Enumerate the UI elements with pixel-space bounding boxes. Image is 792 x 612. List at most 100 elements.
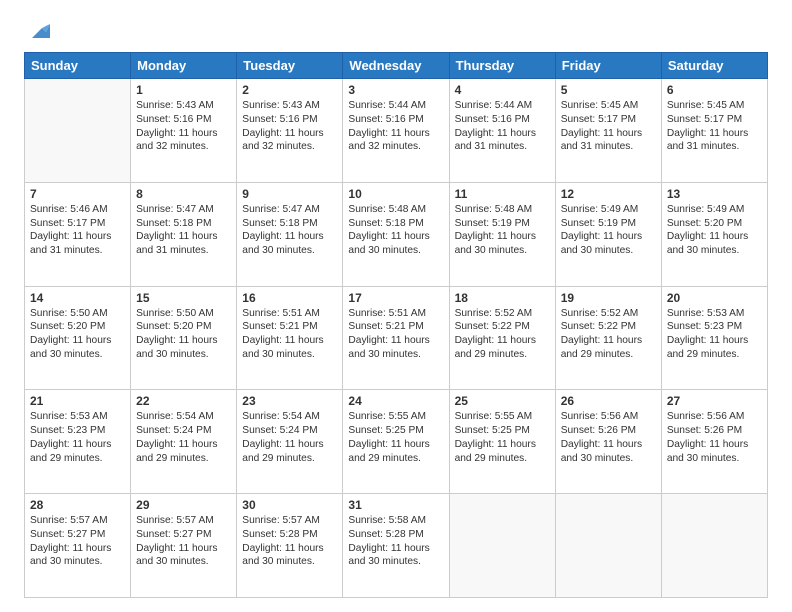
calendar-cell: 14 Sunrise: 5:50 AM Sunset: 5:20 PM Dayli… (25, 286, 131, 390)
day-number: 23 (242, 394, 337, 408)
day-number: 4 (455, 83, 550, 97)
day-number: 26 (561, 394, 656, 408)
day-info: Sunrise: 5:45 AM Sunset: 5:17 PM Dayligh… (561, 99, 656, 154)
day-number: 31 (348, 498, 443, 512)
day-info: Sunrise: 5:58 AM Sunset: 5:28 PM Dayligh… (348, 514, 443, 569)
day-info: Sunrise: 5:47 AM Sunset: 5:18 PM Dayligh… (242, 203, 337, 258)
calendar-table: SundayMondayTuesdayWednesdayThursdayFrid… (24, 52, 768, 598)
day-number: 9 (242, 187, 337, 201)
day-info: Sunrise: 5:44 AM Sunset: 5:16 PM Dayligh… (348, 99, 443, 154)
day-number: 7 (30, 187, 125, 201)
day-number: 19 (561, 291, 656, 305)
day-info: Sunrise: 5:51 AM Sunset: 5:21 PM Dayligh… (242, 307, 337, 362)
day-info: Sunrise: 5:52 AM Sunset: 5:22 PM Dayligh… (561, 307, 656, 362)
day-number: 17 (348, 291, 443, 305)
calendar-cell: 2 Sunrise: 5:43 AM Sunset: 5:16 PM Daylig… (237, 79, 343, 183)
calendar-cell: 1 Sunrise: 5:43 AM Sunset: 5:16 PM Daylig… (131, 79, 237, 183)
header (24, 18, 768, 42)
day-info: Sunrise: 5:54 AM Sunset: 5:24 PM Dayligh… (242, 410, 337, 465)
day-info: Sunrise: 5:47 AM Sunset: 5:18 PM Dayligh… (136, 203, 231, 258)
col-header-thursday: Thursday (449, 53, 555, 79)
day-number: 30 (242, 498, 337, 512)
calendar-cell: 22Sunrise: 5:54 AM Sunset: 5:24 PM Dayli… (131, 390, 237, 494)
day-info: Sunrise: 5:45 AM Sunset: 5:17 PM Dayligh… (667, 99, 762, 154)
page: SundayMondayTuesdayWednesdayThursdayFrid… (0, 0, 792, 612)
calendar-cell: 4 Sunrise: 5:44 AM Sunset: 5:16 PM Daylig… (449, 79, 555, 183)
day-info: Sunrise: 5:51 AM Sunset: 5:21 PM Dayligh… (348, 307, 443, 362)
col-header-friday: Friday (555, 53, 661, 79)
col-header-monday: Monday (131, 53, 237, 79)
day-number: 24 (348, 394, 443, 408)
day-number: 27 (667, 394, 762, 408)
logo (24, 18, 50, 42)
day-info: Sunrise: 5:55 AM Sunset: 5:25 PM Dayligh… (348, 410, 443, 465)
calendar-cell: 18Sunrise: 5:52 AM Sunset: 5:22 PM Dayli… (449, 286, 555, 390)
day-info: Sunrise: 5:53 AM Sunset: 5:23 PM Dayligh… (30, 410, 125, 465)
day-info: Sunrise: 5:57 AM Sunset: 5:27 PM Dayligh… (136, 514, 231, 569)
col-header-saturday: Saturday (661, 53, 767, 79)
day-number: 15 (136, 291, 231, 305)
col-header-tuesday: Tuesday (237, 53, 343, 79)
calendar-cell: 7 Sunrise: 5:46 AM Sunset: 5:17 PM Daylig… (25, 182, 131, 286)
calendar-cell (661, 494, 767, 598)
day-info: Sunrise: 5:52 AM Sunset: 5:22 PM Dayligh… (455, 307, 550, 362)
calendar-cell (25, 79, 131, 183)
day-info: Sunrise: 5:49 AM Sunset: 5:20 PM Dayligh… (667, 203, 762, 258)
day-info: Sunrise: 5:44 AM Sunset: 5:16 PM Dayligh… (455, 99, 550, 154)
day-info: Sunrise: 5:53 AM Sunset: 5:23 PM Dayligh… (667, 307, 762, 362)
day-number: 3 (348, 83, 443, 97)
calendar-cell: 11 Sunrise: 5:48 AM Sunset: 5:19 PM Dayli… (449, 182, 555, 286)
day-info: Sunrise: 5:57 AM Sunset: 5:27 PM Dayligh… (30, 514, 125, 569)
day-number: 1 (136, 83, 231, 97)
calendar-cell: 13Sunrise: 5:49 AM Sunset: 5:20 PM Dayli… (661, 182, 767, 286)
calendar-cell: 24 Sunrise: 5:55 AM Sunset: 5:25 PM Dayli… (343, 390, 449, 494)
calendar-cell: 3 Sunrise: 5:44 AM Sunset: 5:16 PM Daylig… (343, 79, 449, 183)
calendar-cell: 30 Sunrise: 5:57 AM Sunset: 5:28 PM Dayli… (237, 494, 343, 598)
calendar-cell: 19 Sunrise: 5:52 AM Sunset: 5:22 PM Dayli… (555, 286, 661, 390)
calendar-week-2: 14 Sunrise: 5:50 AM Sunset: 5:20 PM Dayli… (25, 286, 768, 390)
calendar-cell: 23 Sunrise: 5:54 AM Sunset: 5:24 PM Dayli… (237, 390, 343, 494)
day-info: Sunrise: 5:49 AM Sunset: 5:19 PM Dayligh… (561, 203, 656, 258)
calendar-week-1: 7 Sunrise: 5:46 AM Sunset: 5:17 PM Daylig… (25, 182, 768, 286)
calendar-cell: 21 Sunrise: 5:53 AM Sunset: 5:23 PM Dayli… (25, 390, 131, 494)
calendar-cell: 28Sunrise: 5:57 AM Sunset: 5:27 PM Dayli… (25, 494, 131, 598)
calendar-cell: 9 Sunrise: 5:47 AM Sunset: 5:18 PM Daylig… (237, 182, 343, 286)
calendar-week-3: 21 Sunrise: 5:53 AM Sunset: 5:23 PM Dayli… (25, 390, 768, 494)
day-info: Sunrise: 5:57 AM Sunset: 5:28 PM Dayligh… (242, 514, 337, 569)
day-number: 25 (455, 394, 550, 408)
day-info: Sunrise: 5:56 AM Sunset: 5:26 PM Dayligh… (561, 410, 656, 465)
day-info: Sunrise: 5:46 AM Sunset: 5:17 PM Dayligh… (30, 203, 125, 258)
calendar-week-4: 28Sunrise: 5:57 AM Sunset: 5:27 PM Dayli… (25, 494, 768, 598)
calendar-cell: 15Sunrise: 5:50 AM Sunset: 5:20 PM Dayli… (131, 286, 237, 390)
day-info: Sunrise: 5:56 AM Sunset: 5:26 PM Dayligh… (667, 410, 762, 465)
day-number: 6 (667, 83, 762, 97)
day-number: 29 (136, 498, 231, 512)
logo-icon (28, 20, 50, 42)
day-number: 5 (561, 83, 656, 97)
day-info: Sunrise: 5:50 AM Sunset: 5:20 PM Dayligh… (30, 307, 125, 362)
day-number: 11 (455, 187, 550, 201)
day-info: Sunrise: 5:43 AM Sunset: 5:16 PM Dayligh… (136, 99, 231, 154)
col-header-sunday: Sunday (25, 53, 131, 79)
calendar-cell (449, 494, 555, 598)
calendar-cell: 16Sunrise: 5:51 AM Sunset: 5:21 PM Dayli… (237, 286, 343, 390)
calendar-cell: 10Sunrise: 5:48 AM Sunset: 5:18 PM Dayli… (343, 182, 449, 286)
day-number: 20 (667, 291, 762, 305)
day-number: 14 (30, 291, 125, 305)
calendar-cell: 17 Sunrise: 5:51 AM Sunset: 5:21 PM Dayli… (343, 286, 449, 390)
calendar-week-0: 1 Sunrise: 5:43 AM Sunset: 5:16 PM Daylig… (25, 79, 768, 183)
day-number: 2 (242, 83, 337, 97)
calendar-cell (555, 494, 661, 598)
calendar-cell: 27 Sunrise: 5:56 AM Sunset: 5:26 PM Dayli… (661, 390, 767, 494)
calendar-cell: 25 Sunrise: 5:55 AM Sunset: 5:25 PM Dayli… (449, 390, 555, 494)
day-number: 22 (136, 394, 231, 408)
calendar-cell: 5 Sunrise: 5:45 AM Sunset: 5:17 PM Daylig… (555, 79, 661, 183)
day-info: Sunrise: 5:43 AM Sunset: 5:16 PM Dayligh… (242, 99, 337, 154)
day-info: Sunrise: 5:55 AM Sunset: 5:25 PM Dayligh… (455, 410, 550, 465)
day-number: 10 (348, 187, 443, 201)
day-number: 12 (561, 187, 656, 201)
day-number: 21 (30, 394, 125, 408)
day-info: Sunrise: 5:48 AM Sunset: 5:19 PM Dayligh… (455, 203, 550, 258)
calendar-header-row: SundayMondayTuesdayWednesdayThursdayFrid… (25, 53, 768, 79)
day-number: 8 (136, 187, 231, 201)
